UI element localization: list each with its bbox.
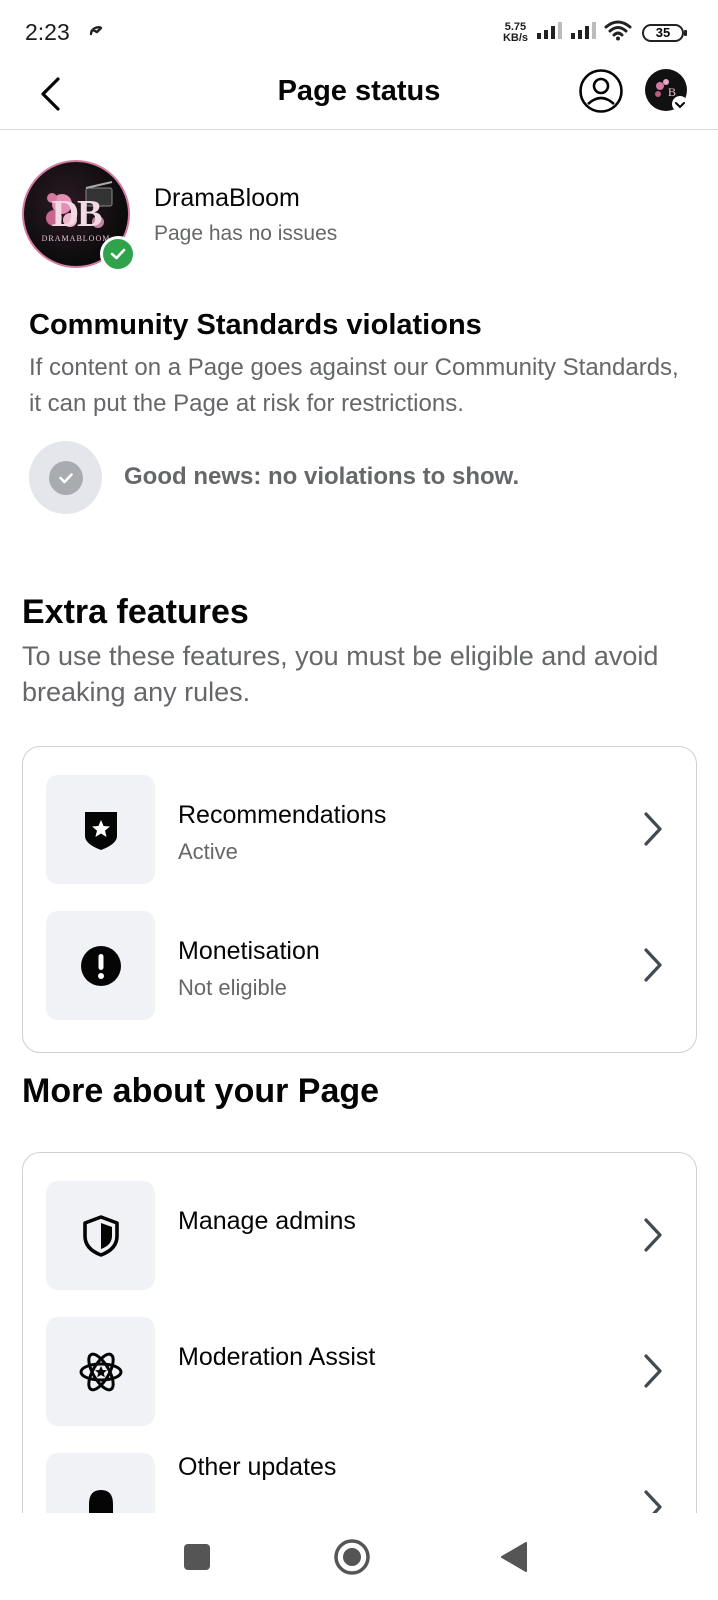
- chevron-right-icon: [638, 1215, 668, 1255]
- speed-value: 5.75: [504, 20, 527, 33]
- page-name: DramaBloom: [154, 184, 300, 212]
- signal-icon-2: [570, 20, 598, 45]
- status-bar: 2:23 5.75 KB/s 35: [0, 0, 718, 62]
- profile-button[interactable]: [578, 68, 624, 114]
- person-circle-icon: [579, 69, 623, 113]
- more-about-title: More about your Page: [22, 1072, 380, 1110]
- battery-icon: 35: [642, 23, 687, 42]
- verified-check-icon: [100, 236, 136, 272]
- more-about-card: Manage admins Moderation Assist Other up…: [22, 1152, 697, 1572]
- extra-features-description: To use these features, you must be eligi…: [22, 641, 659, 707]
- home-circle-icon: [334, 1539, 370, 1575]
- app-header: Page status B: [0, 62, 718, 130]
- chevron-right-icon: [638, 1351, 668, 1391]
- chevron-right-icon: [638, 945, 668, 985]
- page-avatar: DB DRAMABLOOM: [22, 160, 136, 272]
- community-standards-title: Community Standards violations: [29, 309, 482, 341]
- status-icons: 5.75 KB/s 35: [502, 19, 687, 46]
- home-button[interactable]: [330, 1535, 374, 1579]
- square-icon: [184, 1544, 210, 1570]
- manage-admins-icon-tile: [46, 1181, 155, 1290]
- page-status-text: Page has no issues: [154, 222, 338, 245]
- extra-features-card: Recommendations Active Monetisation Not …: [22, 746, 697, 1053]
- community-standards-description: If content on a Page goes against our Co…: [29, 354, 679, 417]
- badge-star-icon: [84, 811, 117, 850]
- system-navigation-bar: [0, 1513, 718, 1600]
- no-violations-message: Good news: no violations to show.: [124, 463, 520, 490]
- feature-status: Active: [178, 839, 238, 864]
- triangle-back-icon: [501, 1542, 527, 1572]
- speed-unit: KB/s: [502, 31, 528, 44]
- extra-features-title: Extra features: [22, 593, 249, 631]
- recommendations-icon-tile: [46, 775, 155, 884]
- more-label: Manage admins: [178, 1207, 356, 1235]
- shield-icon: [82, 1214, 119, 1257]
- chevron-right-icon: [638, 809, 668, 849]
- alert-icon: [80, 945, 121, 986]
- monetisation-icon-tile: [46, 911, 155, 1020]
- more-label: Moderation Assist: [178, 1343, 376, 1371]
- data-saver-icon: [87, 22, 105, 45]
- moderation-assist-icon-tile: [46, 1317, 155, 1426]
- feature-row-monetisation[interactable]: Monetisation Not eligible: [23, 911, 696, 1021]
- feature-row-recommendations[interactable]: Recommendations Active: [23, 775, 696, 885]
- atom-icon: [79, 1352, 122, 1391]
- more-label: Other updates: [178, 1453, 337, 1481]
- battery-level: 35: [655, 25, 671, 40]
- more-row-manage-admins[interactable]: Manage admins: [23, 1181, 696, 1291]
- wifi-icon: [604, 19, 632, 46]
- svg-text:B: B: [668, 85, 676, 99]
- check-circle-icon: [48, 460, 83, 495]
- network-speed: 5.75 KB/s: [502, 20, 528, 44]
- status-time: 2:23: [25, 19, 70, 45]
- feature-label: Monetisation: [178, 937, 320, 965]
- no-violations-icon: [29, 441, 102, 514]
- recent-apps-button[interactable]: [175, 1535, 219, 1579]
- logo-monogram: DB: [51, 193, 103, 235]
- signal-icon: [536, 20, 564, 45]
- feature-status: Not eligible: [178, 975, 287, 1000]
- nav-back-button[interactable]: [492, 1535, 536, 1579]
- page-avatar-small: B: [645, 69, 688, 112]
- page-switcher-button[interactable]: B: [644, 68, 690, 114]
- more-row-moderation-assist[interactable]: Moderation Assist: [23, 1317, 696, 1427]
- feature-label: Recommendations: [178, 801, 387, 829]
